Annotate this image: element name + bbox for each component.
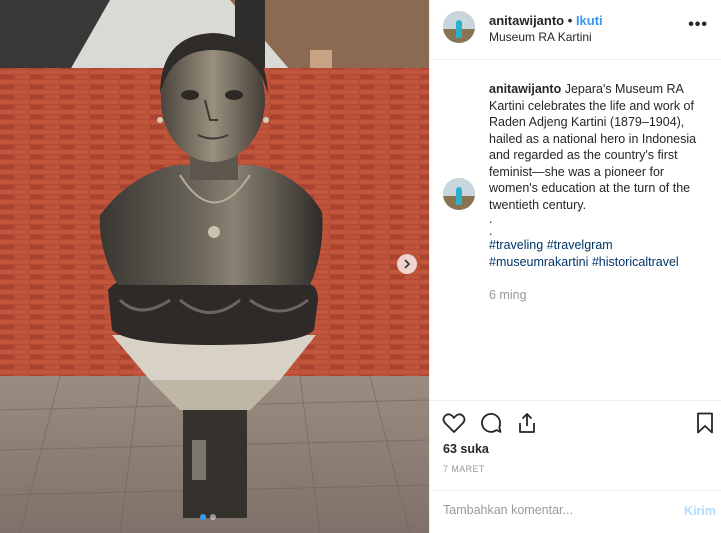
follow-button[interactable]: Ikuti (576, 13, 603, 28)
author-line: anitawijanto • Ikuti (489, 13, 603, 28)
caption-timestamp: 6 ming (489, 288, 527, 302)
caption-dot: . (489, 212, 493, 226)
separator-dot: • (567, 13, 573, 28)
carousel-indicator (200, 514, 216, 520)
more-options-icon[interactable]: ••• (688, 16, 708, 34)
post-sidebar: anitawijanto • Ikuti Museum RA Kartini •… (429, 0, 721, 533)
instagram-post: anitawijanto • Ikuti Museum RA Kartini •… (0, 0, 721, 533)
kartini-bust-image (0, 0, 429, 533)
hashtag-link[interactable]: #historicaltravel (592, 255, 679, 269)
hashtag-link[interactable]: #traveling (489, 238, 543, 252)
caption-text: Jepara's Museum RA Kartini celebrates th… (489, 82, 697, 212)
action-bar: 63 suka 7 MARET (430, 400, 721, 490)
share-arrow-icon[interactable] (516, 412, 538, 434)
author-avatar[interactable] (443, 11, 475, 43)
chevron-right-icon (404, 259, 411, 269)
hashtag-link[interactable]: #museumrakartini (489, 255, 588, 269)
caption: anitawijanto Jepara's Museum RA Kartini … (489, 81, 713, 270)
post-date: 7 MARET (443, 464, 485, 474)
post-comment-button[interactable]: Kirim (684, 504, 716, 518)
speech-bubble-icon[interactable] (479, 411, 503, 435)
carousel-dot (210, 514, 216, 520)
caption-username[interactable]: anitawijanto (489, 82, 561, 96)
post-header: anitawijanto • Ikuti Museum RA Kartini •… (430, 0, 721, 60)
carousel-dot-active (200, 514, 206, 520)
like-count[interactable]: 63 suka (443, 442, 489, 456)
heart-outline-icon[interactable] (442, 412, 466, 434)
comment-box: Kirim (430, 490, 721, 533)
bookmark-icon[interactable] (696, 412, 714, 434)
carousel-next-button[interactable] (397, 254, 417, 274)
post-photo[interactable] (0, 0, 429, 533)
hashtag-link[interactable]: #travelgram (547, 238, 613, 252)
comment-input[interactable] (443, 503, 663, 517)
location-link[interactable]: Museum RA Kartini (489, 30, 592, 44)
caption-dot: . (489, 224, 493, 238)
hashtag-list: #traveling #travelgram #museumrakartini … (489, 237, 713, 270)
caption-avatar[interactable] (443, 178, 475, 210)
author-username[interactable]: anitawijanto (489, 13, 564, 28)
